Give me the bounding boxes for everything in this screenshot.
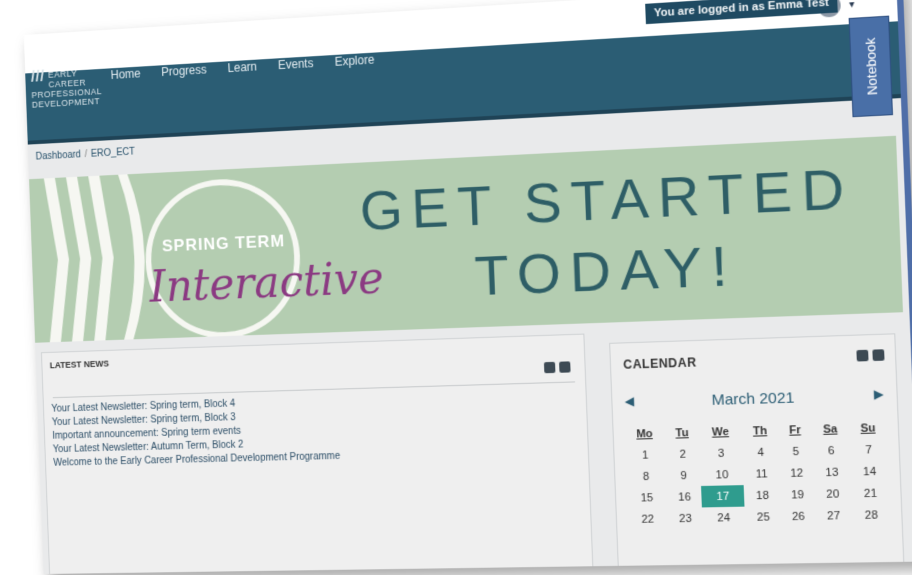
banner-headline: GET STARTED TODAY! bbox=[342, 152, 877, 316]
notebook-tab[interactable]: Notebook bbox=[848, 15, 894, 118]
calendar-day[interactable]: 11 bbox=[743, 463, 780, 485]
calendar-grid: Mo Tu We Th Fr Sa Su 1 2 3 4 5 6 7 8 9 1… bbox=[624, 418, 892, 530]
collapse-block-icon[interactable] bbox=[559, 361, 571, 373]
calendar-day[interactable]: 28 bbox=[852, 504, 891, 526]
calendar-day[interactable]: 3 bbox=[699, 442, 743, 464]
calendar-day[interactable]: 6 bbox=[812, 439, 850, 462]
chevron-down-icon[interactable]: ▾ bbox=[849, 0, 855, 10]
weekday-header: We bbox=[711, 425, 730, 439]
latest-news-title: LATEST NEWS bbox=[49, 358, 110, 371]
calendar-day[interactable]: 27 bbox=[815, 505, 853, 527]
move-block-icon[interactable] bbox=[543, 361, 556, 374]
calendar-day[interactable]: 22 bbox=[627, 508, 669, 530]
nav-item-events[interactable]: Events bbox=[278, 56, 314, 72]
calendar-day[interactable]: 8 bbox=[625, 465, 667, 487]
weekday-header: Mo bbox=[636, 427, 653, 441]
calendar-day[interactable]: 2 bbox=[666, 443, 701, 465]
calendar-day[interactable]: 14 bbox=[850, 460, 889, 483]
top-bar: Emma Kerl ▾ /// EARLY CAREER PROFESSIONA… bbox=[23, 0, 901, 145]
block-controls bbox=[543, 361, 571, 374]
calendar-day[interactable]: 20 bbox=[814, 483, 852, 505]
notebook-label: Notebook bbox=[861, 37, 880, 96]
calendar-day[interactable]: 4 bbox=[742, 441, 779, 463]
screen-stage: Emma Kerl ▾ /// EARLY CAREER PROFESSIONA… bbox=[23, 0, 912, 575]
breadcrumb-separator: / bbox=[84, 149, 88, 160]
nav-item-explore[interactable]: Explore bbox=[334, 53, 374, 69]
weekday-header: Th bbox=[752, 424, 768, 438]
calendar-day[interactable]: 13 bbox=[813, 461, 851, 483]
breadcrumb-course[interactable]: ERO_ECT bbox=[91, 147, 135, 160]
latest-news-block: LATEST NEWS Your Latest Newsletter: Spri… bbox=[40, 333, 594, 575]
nav-item-learn[interactable]: Learn bbox=[227, 60, 257, 75]
calendar-day[interactable]: 21 bbox=[851, 482, 890, 505]
collapse-block-icon[interactable] bbox=[872, 349, 885, 362]
breadcrumb: Dashboard / ERO_ECT bbox=[35, 147, 135, 163]
news-list: Your Latest Newsletter: Spring term, Blo… bbox=[51, 395, 340, 471]
calendar-day[interactable]: 16 bbox=[667, 486, 702, 508]
calendar-day[interactable]: 5 bbox=[779, 440, 814, 462]
breadcrumb-dashboard[interactable]: Dashboard bbox=[35, 150, 81, 163]
nav-item-progress[interactable]: Progress bbox=[161, 63, 207, 79]
nav-item-home[interactable]: Home bbox=[110, 67, 140, 82]
weekday-header: Tu bbox=[675, 427, 689, 440]
site-logo[interactable]: /// EARLY CAREER PROFESSIONAL DEVELOPMEN… bbox=[30, 67, 103, 109]
calendar-day[interactable]: 25 bbox=[745, 506, 782, 528]
calendar-day-today[interactable]: 17 bbox=[701, 485, 745, 508]
main-navbar bbox=[25, 21, 901, 145]
chevron-right-icon bbox=[88, 175, 117, 341]
browser-frame: Emma Kerl ▾ /// EARLY CAREER PROFESSIONA… bbox=[23, 0, 912, 575]
weekday-header: Fr bbox=[788, 424, 802, 437]
logo-mark-icon: /// bbox=[30, 68, 45, 86]
calendar-title: CALENDAR bbox=[622, 355, 697, 372]
calendar-day[interactable]: 19 bbox=[780, 484, 815, 506]
calendar-month: March 2021 bbox=[711, 389, 795, 410]
calendar-day[interactable]: 7 bbox=[849, 438, 888, 461]
calendar-day[interactable]: 18 bbox=[744, 484, 781, 506]
next-month-icon[interactable]: ▶ bbox=[874, 387, 884, 402]
calendar-day[interactable]: 23 bbox=[668, 507, 703, 529]
calendar-day[interactable]: 1 bbox=[624, 444, 666, 466]
banner-image[interactable]: SPRING TERM Interactive GET STARTED TODA… bbox=[29, 135, 903, 343]
calendar-day[interactable]: 9 bbox=[666, 465, 701, 487]
calendar-day[interactable]: 12 bbox=[779, 462, 814, 484]
block-controls bbox=[856, 349, 885, 362]
move-block-icon[interactable] bbox=[856, 349, 869, 362]
weekday-header: Su bbox=[860, 422, 876, 435]
calendar-day[interactable]: 10 bbox=[700, 464, 744, 486]
calendar-day[interactable]: 26 bbox=[781, 505, 816, 527]
calendar-day[interactable]: 15 bbox=[626, 487, 668, 509]
calendar-day[interactable]: 24 bbox=[702, 507, 746, 529]
calendar-block: CALENDAR ◀ March 2021 ▶ Mo Tu We Th Fr S… bbox=[609, 333, 905, 575]
weekday-header: Sa bbox=[822, 423, 838, 436]
